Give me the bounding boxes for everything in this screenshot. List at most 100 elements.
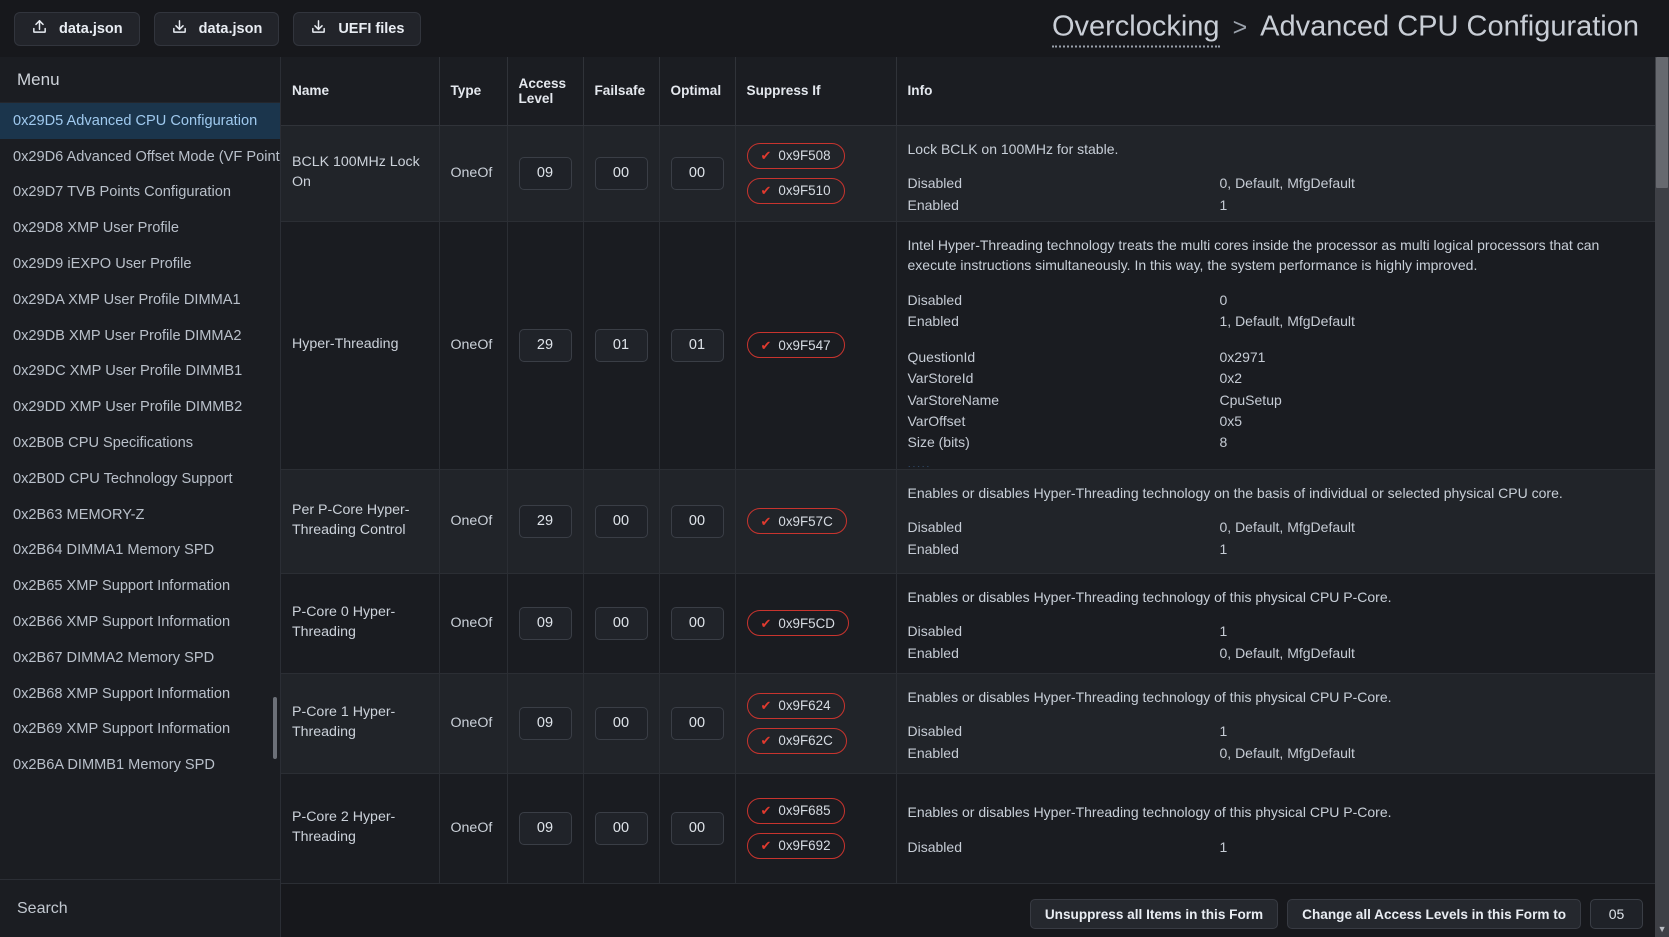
sidebar-item-18[interactable]: 0x2B6A DIMMB1 Memory SPD [0, 747, 280, 783]
suppress-if-badge[interactable]: ✔ 0x9F57C [746, 508, 847, 534]
suppress-if-badge[interactable]: ✔ 0x9F624 [746, 692, 845, 719]
suppress-if-list: ✔ 0x9F547 [746, 332, 885, 358]
download-icon [171, 18, 188, 39]
optimal-input[interactable]: 00 [670, 606, 724, 640]
export-data-json-label: data.json [198, 20, 263, 37]
breadcrumb-parent-link[interactable]: Overclocking [1051, 10, 1220, 47]
info-expand-toggle[interactable]: ......... [908, 768, 1642, 771]
table-row[interactable]: Per P-Core Hyper-Threading Control OneOf 2… [281, 469, 1656, 574]
sidebar-item-13[interactable]: 0x2B65 XMP Support Information [0, 568, 280, 604]
change-all-access-levels-button[interactable]: Change all Access Levels in this Form to [1287, 899, 1582, 929]
check-icon: ✔ [760, 803, 772, 818]
main-scrollbar[interactable]: ▼ [1655, 57, 1669, 937]
cell-type: OneOf [439, 773, 508, 884]
access-level-input[interactable]: 09 [518, 606, 572, 640]
sidebar-item-12[interactable]: 0x2B64 DIMMA1 Memory SPD [0, 533, 280, 569]
suppress-if-label: 0x9F624 [778, 698, 831, 713]
optimal-input[interactable]: 00 [670, 811, 724, 845]
info-option-key: Enabled [907, 312, 959, 329]
import-data-json-button[interactable]: data.json [14, 11, 140, 46]
access-level-input[interactable]: 05 [1590, 899, 1644, 929]
info-meta-value: 0x2971 [1219, 349, 1266, 366]
sidebar-item-7[interactable]: 0x29DC XMP User Profile DIMMB1 [0, 354, 280, 390]
suppress-if-badge[interactable]: ✔ 0x9F510 [746, 177, 845, 204]
cell-suppress-if: ✔ 0x9F685 ✔ 0x9F692 [735, 773, 897, 884]
info-meta-value: 8 [1219, 434, 1228, 451]
sidebar-item-17[interactable]: 0x2B69 XMP Support Information [0, 712, 280, 748]
failsafe-input[interactable]: 00 [594, 156, 648, 190]
check-icon: ✔ [760, 183, 772, 198]
scroll-down-arrow-icon[interactable]: ▼ [1655, 924, 1669, 934]
info-expand-toggle[interactable]: ..... [908, 457, 1642, 467]
access-level-input[interactable]: 29 [518, 504, 572, 538]
info-option-key: Disabled [907, 723, 962, 740]
sidebar-item-10[interactable]: 0x2B0D CPU Technology Support [0, 461, 280, 497]
failsafe-input[interactable]: 00 [594, 606, 648, 640]
export-uefi-files-button[interactable]: UEFI files [293, 11, 422, 46]
optimal-input[interactable]: 01 [670, 328, 724, 362]
file-buttons-group: data.json data.json UEFI files [14, 11, 422, 46]
suppress-if-badge[interactable]: ✔ 0x9F685 [746, 797, 845, 824]
sidebar-item-5[interactable]: 0x29DA XMP User Profile DIMMA1 [0, 282, 280, 318]
download-icon [310, 18, 327, 39]
info-description: Enables or disables Hyper-Threading tech… [907, 485, 1563, 501]
cell-failsafe: 01 [583, 221, 660, 470]
settings-table: Name Type Access Level Failsafe Optimal … [281, 57, 1656, 884]
sidebar-search-input[interactable]: Search [0, 879, 280, 937]
sidebar-item-2[interactable]: 0x29D7 TVB Points Configuration [0, 175, 280, 211]
sidebar-item-15[interactable]: 0x2B67 DIMMA2 Memory SPD [0, 640, 280, 676]
table-row[interactable]: P-Core 0 Hyper-Threading OneOf 09 00 00 ✔ 0x9F… [281, 573, 1656, 674]
main-scrollbar-thumb[interactable] [1656, 57, 1669, 188]
optimal-input[interactable]: 00 [670, 156, 724, 190]
access-level-input[interactable]: 29 [518, 328, 572, 362]
info-option: Enabled 1 [908, 539, 1642, 560]
cell-access-level: 09 [507, 573, 584, 674]
cell-info: Enables or disables Hyper-Threading tech… [896, 773, 1656, 884]
info-option-key: Enabled [907, 744, 959, 761]
import-data-json-label: data.json [59, 20, 123, 37]
suppress-if-badge[interactable]: ✔ 0x9F5CD [746, 610, 849, 636]
table-body: BCLK 100MHz Lock On OneOf 09 00 00 ✔ 0x9F508 ✔ 0… [281, 125, 1656, 884]
sidebar-item-1[interactable]: 0x29D6 Advanced Offset Mode (VF Point) [0, 139, 280, 175]
suppress-if-badge[interactable]: ✔ 0x9F508 [746, 142, 845, 169]
sidebar-scrollbar-thumb[interactable] [273, 697, 277, 759]
optimal-input[interactable]: 00 [670, 706, 724, 740]
suppress-if-list: ✔ 0x9F508 ✔ 0x9F510 [746, 142, 885, 204]
suppress-if-list: ✔ 0x9F57C [746, 508, 885, 534]
access-level-input[interactable]: 09 [518, 156, 572, 190]
optimal-input[interactable]: 00 [670, 504, 724, 538]
failsafe-input[interactable]: 00 [594, 504, 648, 538]
cell-access-level: 09 [507, 125, 584, 222]
unsuppress-all-button[interactable]: Unsuppress all Items in this Form [1029, 899, 1279, 929]
failsafe-input[interactable]: 00 [594, 706, 648, 740]
table-row[interactable]: P-Core 2 Hyper-Threading OneOf 09 00 00 ✔ 0x9F… [281, 773, 1656, 884]
failsafe-input[interactable]: 01 [594, 328, 648, 362]
info-expand-toggle[interactable]: ......... [908, 668, 1642, 671]
access-level-input[interactable]: 09 [518, 706, 572, 740]
suppress-if-badge[interactable]: ✔ 0x9F547 [746, 332, 845, 358]
sidebar-item-4[interactable]: 0x29D9 iEXPO User Profile [0, 246, 280, 282]
failsafe-input[interactable]: 00 [594, 811, 648, 845]
sidebar-item-11[interactable]: 0x2B63 MEMORY-Z [0, 497, 280, 533]
export-data-json-button[interactable]: data.json [153, 11, 280, 46]
table-row[interactable]: P-Core 1 Hyper-Threading OneOf 09 00 00 ✔ 0x9F… [281, 673, 1656, 774]
info-expand-toggle[interactable]: ......... [908, 564, 1642, 571]
suppress-if-label: 0x9F57C [778, 513, 833, 529]
suppress-if-badge[interactable]: ✔ 0x9F62C [746, 727, 847, 754]
info-option: Disabled 1 [908, 837, 1642, 858]
sidebar-item-0[interactable]: 0x29D5 Advanced CPU Configuration [0, 103, 280, 139]
table-row[interactable]: Hyper-Threading OneOf 29 01 01 ✔ 0x9F547 Intel … [281, 221, 1656, 470]
sidebar-item-9[interactable]: 0x2B0B CPU Specifications [0, 425, 280, 461]
info-option: Disabled 0, Default, MfgDefault [908, 517, 1642, 538]
sidebar-item-3[interactable]: 0x29D8 XMP User Profile [0, 210, 280, 246]
sidebar-item-14[interactable]: 0x2B66 XMP Support Information [0, 604, 280, 640]
access-level-input[interactable]: 09 [518, 811, 572, 845]
sidebar-item-16[interactable]: 0x2B68 XMP Support Information [0, 676, 280, 712]
col-header-access-level: Access Level [507, 57, 584, 126]
sidebar-item-6[interactable]: 0x29DB XMP User Profile DIMMA2 [0, 318, 280, 354]
suppress-if-badge[interactable]: ✔ 0x9F692 [746, 832, 845, 859]
table-row[interactable]: BCLK 100MHz Lock On OneOf 09 00 00 ✔ 0x9F508 ✔ 0… [281, 125, 1656, 222]
cell-optimal: 00 [659, 673, 736, 774]
sidebar-item-8[interactable]: 0x29DD XMP User Profile DIMMB2 [0, 389, 280, 425]
